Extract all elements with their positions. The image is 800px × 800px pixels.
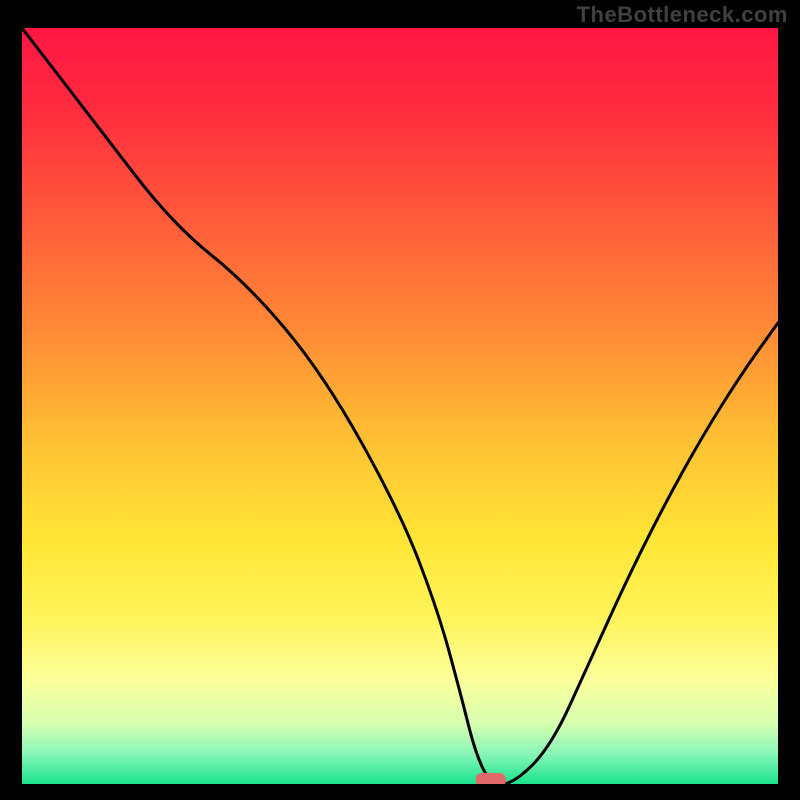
optimum-marker <box>476 773 506 784</box>
plot-outer-border <box>22 28 778 784</box>
gradient-background <box>22 28 778 784</box>
watermark-text: TheBottleneck.com <box>577 2 788 28</box>
chart-frame: TheBottleneck.com <box>0 0 800 800</box>
plot-svg <box>22 28 778 784</box>
